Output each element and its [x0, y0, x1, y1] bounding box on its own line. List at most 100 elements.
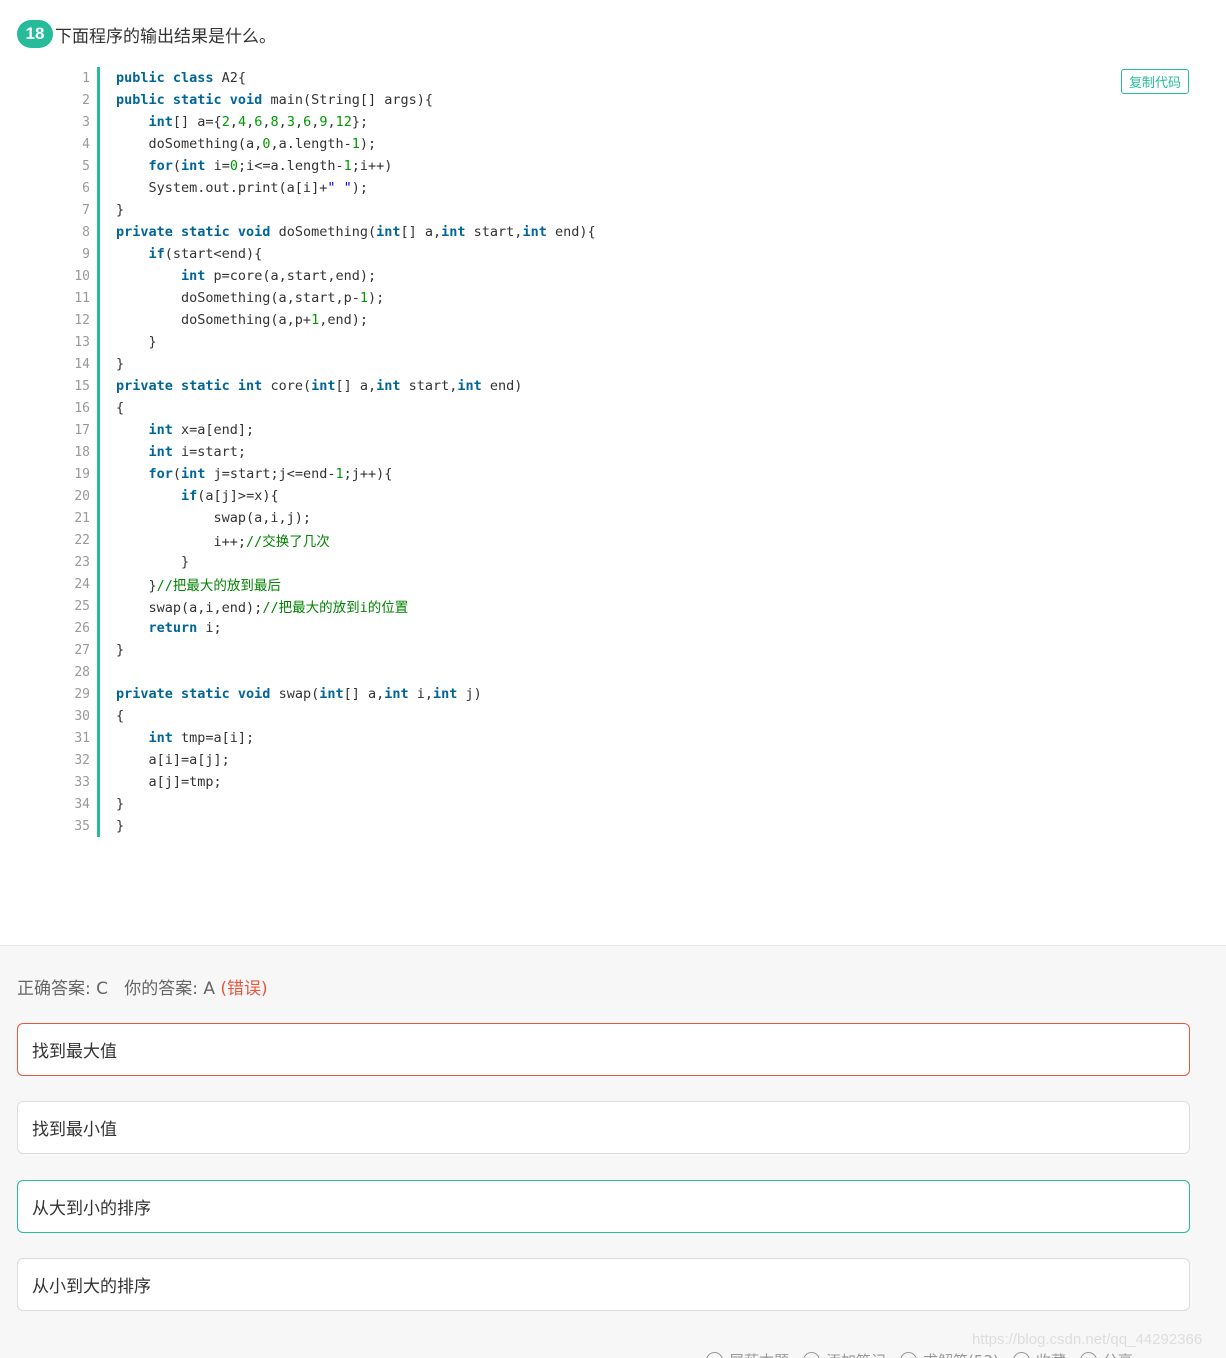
- code-text: doSomething(a,p+1,end);: [116, 312, 368, 328]
- code-line: 13 }: [60, 331, 1200, 353]
- code-text: int i=start;: [148, 444, 247, 460]
- line-number: 15: [74, 378, 90, 394]
- code-text: }//把最大的放到最后: [116, 578, 281, 594]
- code-line: 5 for(int i=0;i<=a.length-1;i++): [60, 155, 1200, 177]
- code-line: 15 private static int core(int[] a,int st…: [60, 375, 1200, 397]
- line-number: 24: [74, 576, 90, 592]
- line-number: 5: [82, 158, 90, 174]
- line-number: 22: [74, 532, 90, 548]
- question-number-badge: 18: [17, 20, 53, 48]
- code-line: 2 public static void main(String[] args){: [60, 89, 1200, 111]
- footer-label: 收藏: [1036, 1350, 1066, 1358]
- line-number: 30: [74, 708, 90, 724]
- code-line: 3 int[] a={2,4,6,8,3,6,9,12};: [60, 111, 1200, 133]
- gutter-bar: [97, 111, 100, 133]
- code-line: 29 private static void swap(int[] a,int i…: [60, 683, 1200, 705]
- gutter-bar: [97, 661, 100, 683]
- footer-label: 添加笔记: [826, 1350, 886, 1358]
- gutter-bar: [97, 441, 100, 463]
- add-note-button[interactable]: 添加笔记: [803, 1350, 886, 1358]
- gutter-bar: [97, 705, 100, 727]
- code-block: 1 public class A2{2 public static void mai…: [60, 67, 1200, 837]
- code-line: 4 doSomething(a,0,a.length-1);: [60, 133, 1200, 155]
- gutter-bar: [97, 771, 100, 793]
- code-line: 32 a[i]=a[j];: [60, 749, 1200, 771]
- code-line: 10 int p=core(a,start,end);: [60, 265, 1200, 287]
- code-text: if(a[j]>=x){: [181, 488, 279, 504]
- wrong-tag: (错误): [220, 979, 268, 999]
- line-number: 16: [74, 400, 90, 416]
- code-line: 14}: [60, 353, 1200, 375]
- block-question-button[interactable]: 屏蔽本题: [706, 1350, 789, 1358]
- code-text: {: [116, 400, 125, 416]
- gutter-bar: [97, 155, 100, 177]
- favorite-button[interactable]: 收藏: [1012, 1350, 1066, 1358]
- correct-answer-label: 正确答案: C: [17, 979, 109, 999]
- code-line: 7}: [60, 199, 1200, 221]
- gutter-bar: [97, 419, 100, 441]
- code-line: 24 }//把最大的放到最后: [60, 573, 1200, 595]
- your-answer-label: 你的答案: A: [124, 979, 215, 999]
- line-number: 17: [74, 422, 90, 438]
- code-line: 18 int i=start;: [60, 441, 1200, 463]
- option-label: 从小到大的排序: [32, 1277, 151, 1297]
- gutter-bar: [97, 309, 100, 331]
- code-text: }: [116, 796, 125, 812]
- line-number: 33: [74, 774, 90, 790]
- answer-panel: 正确答案: C 你的答案: A (错误) 找到最大值 找到最小值 从大到小的排序…: [0, 945, 1226, 1358]
- gutter-bar: [97, 683, 100, 705]
- code-line: 22 i++;//交换了几次: [60, 529, 1200, 551]
- code-text: }: [116, 818, 125, 834]
- gutter-bar: [97, 617, 100, 639]
- gutter-bar: [97, 375, 100, 397]
- line-number: 7: [82, 202, 90, 218]
- option-a[interactable]: 找到最大值: [17, 1023, 1190, 1076]
- code-line: 28: [60, 661, 1200, 683]
- gutter-bar: [97, 133, 100, 155]
- code-text: }: [116, 554, 190, 570]
- gutter-bar: [97, 595, 100, 617]
- code-text: int p=core(a,start,end);: [181, 268, 377, 284]
- line-number: 32: [74, 752, 90, 768]
- code-line: 20 if(a[j]>=x){: [60, 485, 1200, 507]
- code-text: for(int i=0;i<=a.length-1;i++): [148, 158, 393, 174]
- share-button[interactable]: 分享: [1079, 1350, 1133, 1358]
- code-text: }: [116, 202, 125, 218]
- ask-answer-button[interactable]: 求解答(53): [900, 1350, 999, 1358]
- line-number: 29: [74, 686, 90, 702]
- line-number: 27: [74, 642, 90, 658]
- code-text: int[] a={2,4,6,8,3,6,9,12};: [148, 114, 369, 130]
- code-text: }: [116, 356, 125, 372]
- code-text: int x=a[end];: [148, 422, 255, 438]
- line-number: 9: [82, 246, 90, 262]
- option-b[interactable]: 找到最小值: [17, 1101, 1190, 1154]
- code-text: public static void main(String[] args){: [116, 92, 433, 108]
- option-c[interactable]: 从大到小的排序: [17, 1180, 1190, 1233]
- option-d[interactable]: 从小到大的排序: [17, 1258, 1190, 1311]
- option-label: 找到最大值: [32, 1042, 117, 1062]
- code-line: 8 private static void doSomething(int[] a…: [60, 221, 1200, 243]
- code-text: i++;//交换了几次: [116, 534, 330, 550]
- line-number: 10: [74, 268, 90, 284]
- gutter-bar: [97, 573, 100, 595]
- code-text: doSomething(a,start,p-1);: [116, 290, 385, 306]
- gutter-bar: [97, 353, 100, 375]
- gutter-bar: [97, 265, 100, 287]
- code-line: 27}: [60, 639, 1200, 661]
- code-text: for(int j=start;j<=end-1;j++){: [148, 466, 393, 482]
- line-number: 2: [82, 92, 90, 108]
- gutter-bar: [97, 639, 100, 661]
- line-number: 12: [74, 312, 90, 328]
- answer-summary: 正确答案: C 你的答案: A (错误): [17, 974, 268, 999]
- code-text: a[i]=a[j];: [116, 752, 230, 768]
- code-line: 34}: [60, 793, 1200, 815]
- code-text: private static void swap(int[] a,int i,i…: [116, 686, 482, 702]
- gutter-bar: [97, 815, 100, 837]
- share-icon: [1079, 1352, 1097, 1358]
- line-number: 21: [74, 510, 90, 526]
- watermark: https://blog.csdn.net/qq_44292366: [972, 1331, 1203, 1348]
- line-number: 11: [74, 290, 90, 306]
- star-icon: [1012, 1352, 1030, 1358]
- option-label: 从大到小的排序: [32, 1199, 151, 1219]
- line-number: 13: [74, 334, 90, 350]
